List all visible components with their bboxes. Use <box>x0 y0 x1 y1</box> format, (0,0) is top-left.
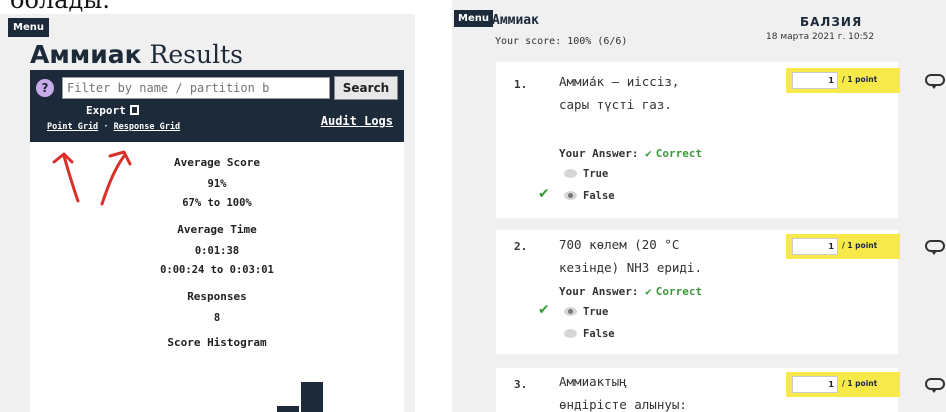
points-box: 1 / 1 point <box>786 234 900 259</box>
question-text-line: Аммиа́к — иіссіз, <box>559 74 680 89</box>
option-true[interactable]: True <box>564 168 608 180</box>
points-label: / 1 point <box>842 75 878 84</box>
check-icon: ✔ <box>538 302 550 318</box>
points-input[interactable]: 1 <box>792 72 838 89</box>
question-text-line: Аммиактың <box>559 374 627 389</box>
title-suffix: Results <box>149 40 243 69</box>
user-name: БАЛЗИЯ <box>800 15 863 29</box>
your-answer-row: Your Answer: ✔ Correct <box>559 147 702 160</box>
result-correct: Correct <box>655 147 703 160</box>
submission-date: 18 марта 2021 г. 10:52 <box>766 32 875 42</box>
histogram-bar <box>301 382 323 412</box>
comment-icon[interactable] <box>925 240 945 255</box>
radio-button[interactable] <box>564 169 577 178</box>
quiz-name: Аммиак <box>30 40 142 69</box>
question-text-line: сары түсті газ. <box>559 97 672 112</box>
check-icon: ✔ <box>538 186 550 202</box>
score-summary: Your score: 100% (6/6) <box>495 36 628 47</box>
points-label: / 1 point <box>842 241 878 250</box>
filter-input[interactable] <box>62 77 330 99</box>
your-answer-label: Your Answer: <box>559 147 639 160</box>
page-title: Аммиак Results <box>30 40 243 69</box>
question-card-3: 3. Аммиактың өндірісте алынуы: 1 / 1 poi… <box>496 368 900 412</box>
top-cropped-text: болады. <box>10 0 110 14</box>
question-number: 1. <box>514 78 528 91</box>
question-card-2: 2. 700 көлем (20 °C кезінде) NH3 ериді. … <box>496 230 900 354</box>
link-separator: · <box>103 122 109 132</box>
score-histogram <box>277 382 323 412</box>
your-answer-label: Your Answer: <box>559 285 639 298</box>
responses-label: Responses <box>187 290 247 303</box>
option-false[interactable]: False <box>564 328 615 340</box>
check-icon: ✔ <box>645 147 652 160</box>
points-input[interactable]: 1 <box>792 376 838 393</box>
response-grid-link[interactable]: Response Grid <box>114 122 181 132</box>
your-answer-row: Your Answer: ✔ Correct <box>559 285 702 298</box>
red-arrow-left <box>52 152 80 203</box>
radio-button-selected[interactable] <box>564 307 577 316</box>
question-text: 700 көлем (20 °C кезінде) NH3 ериді. <box>559 233 769 279</box>
menu-button[interactable]: Menu <box>8 18 49 37</box>
option-true[interactable]: True <box>564 306 608 318</box>
points-input[interactable]: 1 <box>792 238 838 255</box>
points-label: / 1 point <box>842 379 878 388</box>
radio-button-selected[interactable] <box>564 191 577 200</box>
document-icon <box>129 105 139 115</box>
avg-time-label: Average Time <box>177 223 257 236</box>
question-text-line: 700 көлем (20 °C <box>559 237 680 252</box>
option-label: False <box>583 190 615 202</box>
option-label: True <box>583 168 609 180</box>
point-grid-link[interactable]: Point Grid <box>47 122 98 132</box>
comment-icon[interactable] <box>925 74 945 89</box>
question-number: 2. <box>514 240 528 253</box>
responses-value: 8 <box>213 312 221 324</box>
option-label: False <box>583 328 615 340</box>
red-arrow-annotations <box>52 150 132 206</box>
audit-logs-link[interactable]: Audit Logs <box>321 114 393 128</box>
question-text-line: өндірісте алынуы: <box>559 397 687 412</box>
question-card-1: 1. Аммиа́к — иіссіз, сары түсті газ. 1 /… <box>496 62 900 218</box>
help-icon[interactable]: ? <box>36 79 54 97</box>
option-false[interactable]: False <box>564 190 615 202</box>
histogram-label: Score Histogram <box>167 336 267 349</box>
toolbar: ? Search Export Point Grid · Response Gr… <box>30 70 404 142</box>
check-icon: ✔ <box>645 285 652 298</box>
option-label: True <box>583 306 609 318</box>
question-text: Аммиа́к — иіссіз, сары түсті газ. <box>559 70 769 116</box>
points-box: 1 / 1 point <box>786 372 900 397</box>
export-label: Export <box>86 104 139 117</box>
result-correct: Correct <box>655 285 703 298</box>
question-number: 3. <box>514 378 528 391</box>
results-panel: Menu Аммиак Results ? Search Export Poin… <box>0 14 415 412</box>
radio-button[interactable] <box>564 329 577 338</box>
avg-time-value: 0:01:38 <box>194 245 240 257</box>
export-text: Export <box>86 104 126 117</box>
points-box: 1 / 1 point <box>786 68 900 93</box>
comment-icon[interactable] <box>925 378 945 393</box>
histogram-bar <box>277 406 299 412</box>
quiz-panel: Menu Аммиак Your score: 100% (6/6) БАЛЗИ… <box>452 0 946 412</box>
question-text-line: кезінде) NH3 ериді. <box>559 260 702 275</box>
menu-button-right[interactable]: Menu <box>454 10 493 27</box>
avg-time-range: 0:00:24 to 0:03:01 <box>160 264 274 276</box>
search-button[interactable]: Search <box>334 76 398 100</box>
quiz-title: Аммиак <box>492 13 539 28</box>
question-text: Аммиактың өндірісте алынуы: <box>559 370 769 412</box>
export-links: Point Grid · Response Grid <box>47 122 180 132</box>
red-arrow-right <box>100 150 132 206</box>
